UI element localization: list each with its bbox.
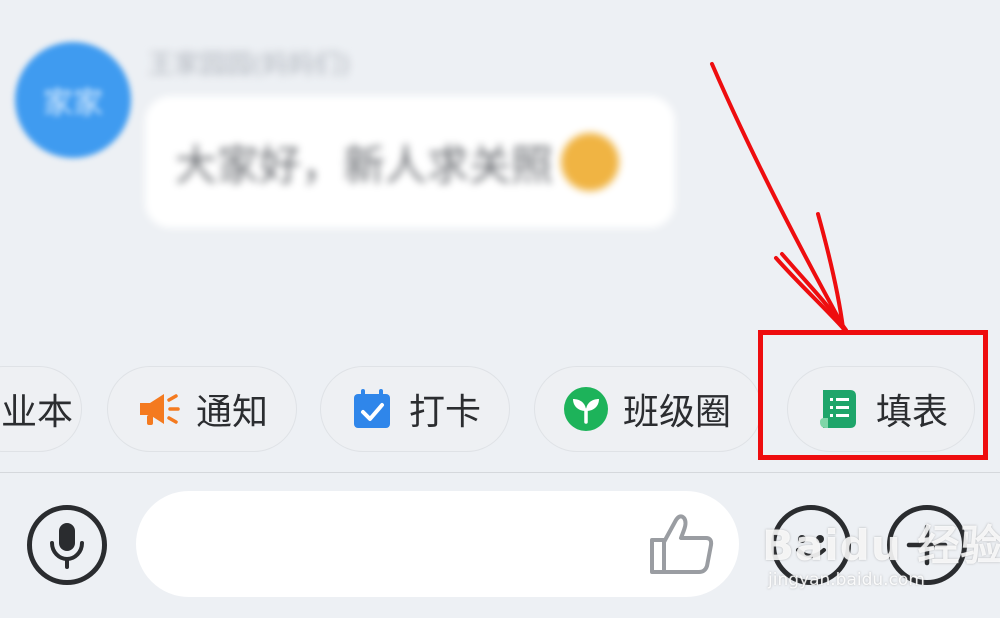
quick-action-notice[interactable]: 通知 — [107, 366, 297, 452]
quick-action-label: 业本 — [1, 392, 74, 433]
smiley-icon — [796, 535, 826, 558]
plus-icon — [906, 524, 948, 566]
more-options-button[interactable] — [887, 505, 967, 585]
thumbs-up-icon[interactable] — [646, 512, 716, 576]
quick-action-class-circle[interactable]: 班级圈 — [534, 366, 762, 452]
sender-name: 王家园园(妈妈们) — [148, 50, 351, 80]
smile-emoji-icon — [561, 133, 620, 191]
quick-action-homework[interactable]: 业本 — [0, 366, 82, 452]
form-sheet-icon — [820, 390, 856, 428]
quick-action-label: 班级圈 — [623, 392, 732, 433]
sprout-icon — [564, 387, 608, 431]
message-text: 大家好，新人求关照 — [175, 140, 554, 190]
quick-action-label: 填表 — [876, 392, 949, 433]
quick-action-label: 打卡 — [409, 392, 482, 433]
quick-action-fill-form[interactable]: 填表 — [787, 366, 975, 452]
sender-avatar[interactable]: 家家 — [15, 42, 131, 158]
quick-action-checkin[interactable]: 打卡 — [320, 366, 510, 452]
calendar-check-icon — [354, 389, 390, 428]
avatar-initials: 家家 — [43, 86, 103, 121]
megaphone-icon — [140, 394, 180, 425]
voice-input-button[interactable] — [27, 505, 107, 585]
emoji-button[interactable] — [771, 505, 851, 585]
microphone-icon — [50, 523, 84, 569]
message-bubble[interactable]: 大家好，新人求关照 — [145, 96, 675, 228]
quick-action-label: 通知 — [196, 392, 269, 433]
toolbar-divider — [0, 472, 1000, 473]
